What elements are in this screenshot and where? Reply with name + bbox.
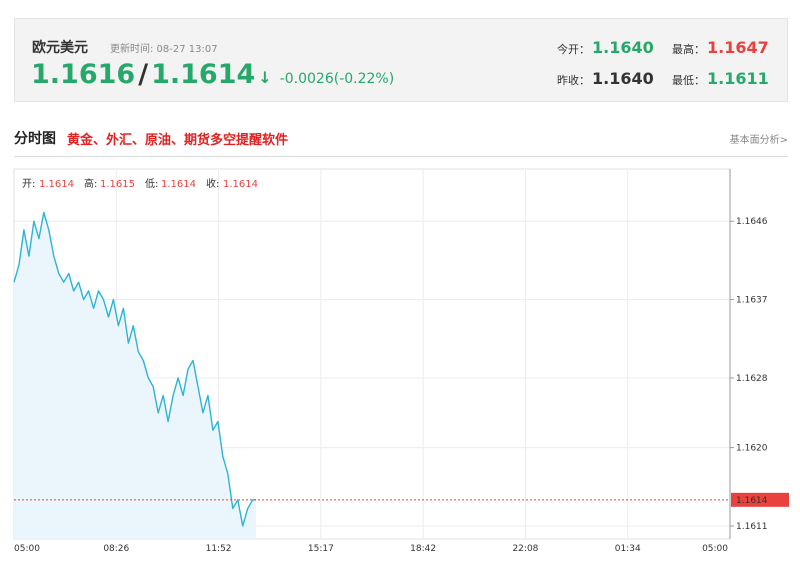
x-tick-label: 22:08: [512, 544, 538, 554]
ohlc-high-label: 高:: [84, 177, 97, 190]
x-tick-label: 08:26: [103, 544, 129, 554]
y-tick-label: 1.1620: [736, 444, 768, 454]
ohlc-close-value: 1.1614: [223, 179, 258, 190]
x-tick-label: 05:00: [14, 544, 40, 554]
x-tick-label: 01:34: [615, 544, 641, 554]
x-tick-label: 15:17: [308, 544, 334, 554]
ohlc-open-label: 开:: [22, 179, 35, 190]
y-tick-label: 1.1628: [736, 374, 768, 384]
x-tick-label: 18:42: [410, 544, 436, 554]
y-tick-label: 1.1646: [736, 217, 768, 227]
ohlc-high-value: 1.1615: [100, 179, 135, 190]
ohlc-close-label: 收:: [206, 177, 219, 190]
x-tick-label: 05:00: [702, 544, 728, 554]
ohlc-low-value: 1.1614: [161, 179, 196, 190]
intraday-chart: 1.1614 1.1646 1.1637 1.1628 1.1620 1.1611 05…: [13, 168, 789, 554]
y-tick-label: 1.1637: [736, 296, 768, 306]
x-tick-label: 11:52: [206, 544, 232, 554]
y-tick-label: 1.1611: [736, 522, 768, 532]
ohlc-open-value: 1.1614: [39, 179, 74, 190]
current-price-label: 1.1614: [736, 496, 768, 506]
x-axis-labels: 05:00 08:26 11:52 15:17 18:42 22:08 01:34 05:00: [14, 544, 728, 554]
y-axis-labels: 1.1646 1.1637 1.1628 1.1620 1.1611: [736, 217, 768, 532]
ohlc-low-label: 低:: [145, 177, 158, 190]
